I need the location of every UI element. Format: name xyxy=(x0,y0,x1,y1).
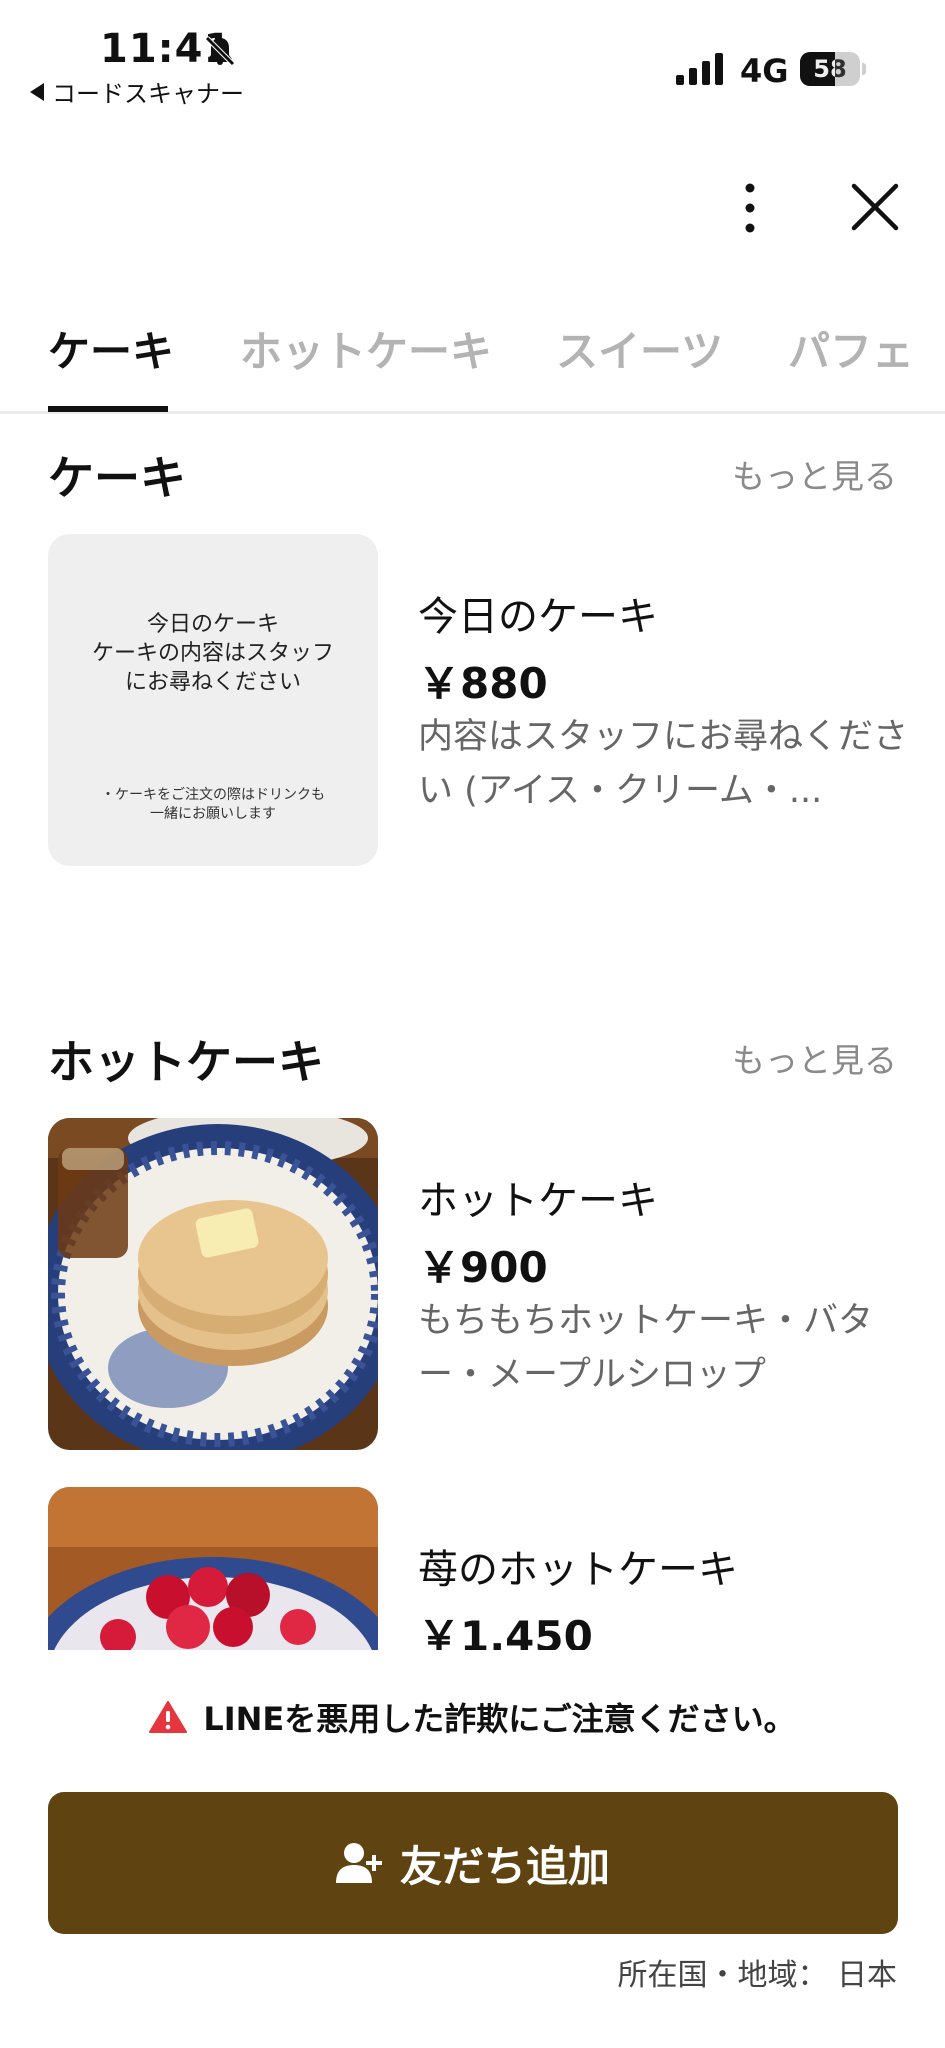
fraud-warning: LINEを悪用した詐欺にご注意ください。 xyxy=(0,1694,945,1740)
more-vertical-icon[interactable] xyxy=(730,178,770,238)
battery-level: 58 xyxy=(813,55,847,83)
country-region: 所在国・地域： 日本 xyxy=(617,1958,897,1993)
bottom-panel: LINEを悪用した詐欺にご注意ください。 友だち追加 所在国・地域： 日本 xyxy=(0,1650,945,2048)
item-description: もちもちホットケーキ・バター・メープルシロップ xyxy=(418,1301,874,1395)
warning-icon xyxy=(149,1701,188,1733)
item-name: ホットケーキ xyxy=(418,1178,658,1224)
item-description: 内容はスタッフにお尋ねくださ い (アイス・クリーム・... xyxy=(418,717,909,811)
item-name: 今日のケーキ xyxy=(418,594,658,640)
category-tabs: ケーキ ホットケーキ スイーツ パフェ xyxy=(0,300,945,414)
item-image-hotcake xyxy=(48,1118,378,1450)
item-image-todays-cake: 今日のケーキ ケーキの内容はスタッフ にお尋ねください ・ケーキをご注文の際はドリン… xyxy=(48,534,378,866)
tab-cake[interactable]: ケーキ xyxy=(48,318,174,379)
item-name: 苺のホットケーキ xyxy=(418,1547,738,1593)
network-type: 4G xyxy=(740,52,789,90)
add-friend-label: 友だち追加 xyxy=(399,1841,610,1891)
section-title-cake: ケーキ xyxy=(48,451,186,505)
back-app-label: コードスキャナー xyxy=(52,80,244,108)
tab-hotcake[interactable]: ホットケーキ xyxy=(240,318,492,379)
section-title-hotcake: ホットケーキ xyxy=(48,1035,324,1089)
battery-indicator: 58 xyxy=(800,52,866,86)
status-bar: 11:41 コードスキャナー 4G 58 xyxy=(0,0,945,110)
warning-text: LINEを悪用した詐欺にご注意ください。 xyxy=(203,1700,796,1738)
bell-slash-icon xyxy=(205,36,235,66)
hotcake-photo xyxy=(48,1118,378,1450)
tab-parfait[interactable]: パフェ xyxy=(788,318,914,379)
item-price: ￥900 xyxy=(418,1243,548,1292)
add-friend-button[interactable]: 友だち追加 xyxy=(48,1792,898,1934)
back-to-app-link[interactable]: コードスキャナー xyxy=(30,74,244,109)
tab-sweets[interactable]: スイーツ xyxy=(556,318,723,379)
item-price: ￥880 xyxy=(418,659,548,708)
back-arrow-icon xyxy=(30,82,44,101)
image-text-note: ・ケーキをご注文の際はドリンクも 一緒にお願いします xyxy=(101,787,325,822)
signal-icon xyxy=(676,53,723,85)
add-user-icon xyxy=(335,1843,382,1883)
menu-item-hotcake[interactable]: ホットケーキ ￥900 もちもちホットケーキ・バター・メープルシロップ xyxy=(48,1118,898,1450)
battery-nub xyxy=(862,63,866,75)
see-more-cake-link[interactable]: もっと見る xyxy=(732,450,897,498)
close-icon[interactable] xyxy=(848,180,902,234)
active-tab-indicator xyxy=(48,406,168,412)
see-more-hotcake-link[interactable]: もっと見る xyxy=(732,1034,897,1082)
menu-item-todays-cake[interactable]: 今日のケーキ ケーキの内容はスタッフ にお尋ねください ・ケーキをご注文の際はドリン… xyxy=(48,534,908,866)
image-text-main: 今日のケーキ ケーキの内容はスタッフ にお尋ねください xyxy=(91,612,334,695)
